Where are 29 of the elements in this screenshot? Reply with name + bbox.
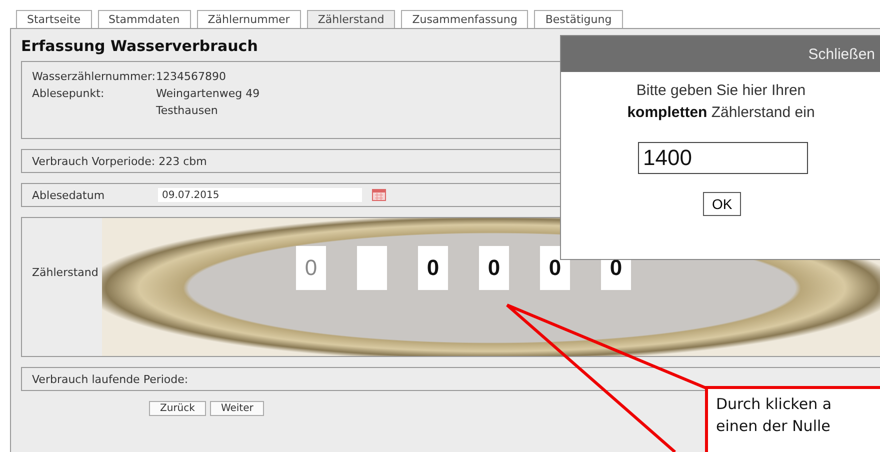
tab[interactable]: Stammdaten	[98, 10, 191, 28]
callout-text: Durch klicken a	[716, 394, 833, 415]
nav-button[interactable]: Weiter	[210, 401, 264, 416]
field-value: Weingartenweg 49	[156, 87, 260, 100]
form-title: Erfassung Wasserverbrauch	[21, 37, 258, 55]
nav-button[interactable]: Zurück	[149, 401, 206, 416]
digit-field[interactable]: 0	[418, 246, 448, 290]
digit-field[interactable]: 0	[479, 246, 509, 290]
field-value: Testhausen	[156, 104, 218, 117]
tab[interactable]: Zusammenfassung	[401, 10, 528, 28]
tab[interactable]: Startseite	[16, 10, 92, 28]
callout-text: einen der Nulle	[716, 416, 832, 437]
calendar-icon[interactable]	[372, 189, 386, 201]
tab[interactable]: Bestätigung	[534, 10, 623, 28]
field-label: Ablesepunkt:	[32, 87, 106, 102]
close-button[interactable]: Schließen	[808, 46, 875, 62]
tab[interactable]: Zählernummer	[196, 10, 301, 28]
ok-button[interactable]: OK	[703, 192, 742, 216]
field-label: Wasserzählernummer:	[32, 70, 156, 83]
tab[interactable]: Zählerstand	[306, 10, 396, 28]
field-label: Zählerstand	[32, 266, 100, 278]
field-value: 1234567890	[156, 70, 226, 83]
digit-field[interactable]: 0	[296, 246, 326, 290]
dialog-prompt: Bitte geben Sie hier Ihren kompletten Zählerstand ein	[626, 81, 816, 123]
field-label: Ablesedatum	[32, 188, 106, 202]
digit-field[interactable]	[357, 246, 387, 290]
date-field[interactable]: 09.07.2015	[158, 188, 362, 202]
current-consumption-text: Verbrauch laufende Periode:	[21, 367, 880, 391]
reading-input[interactable]: 1400	[638, 142, 808, 174]
